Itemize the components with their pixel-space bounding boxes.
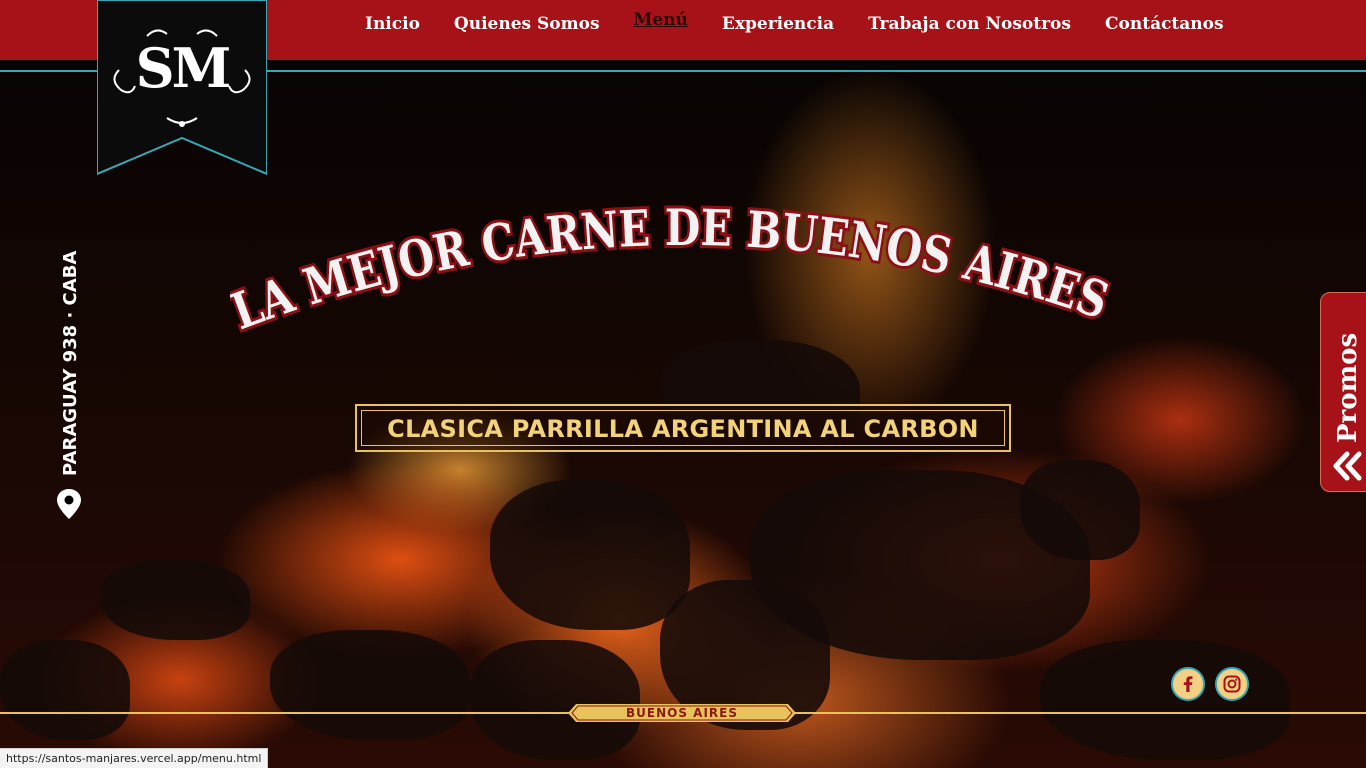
- address-block: PARAGUAY 938 · CABA: [56, 250, 86, 520]
- coal: [270, 630, 470, 740]
- tagline: CLASICA PARRILLA ARGENTINA AL CARBON: [387, 415, 979, 443]
- headline-text: LA MEJOR CARNE DE BUENOS AIRES: [230, 200, 1116, 341]
- coal: [1020, 460, 1140, 560]
- instagram-icon: [1223, 675, 1241, 693]
- nav-item-menu[interactable]: Menú: [617, 10, 705, 34]
- nav-item-trabaja-con-nosotros[interactable]: Trabaja con Nosotros: [851, 14, 1088, 34]
- coal: [490, 480, 690, 630]
- nav-item-contactanos[interactable]: Contáctanos: [1088, 14, 1241, 34]
- coal: [0, 640, 130, 740]
- tagline-frame: CLASICA PARRILLA ARGENTINA AL CARBON: [355, 404, 1011, 452]
- map-pin-icon: [57, 489, 81, 519]
- facebook-icon: [1183, 676, 1193, 692]
- nav-item-quienes-somos[interactable]: Quienes Somos: [437, 14, 617, 34]
- nav-item-inicio[interactable]: Inicio: [348, 14, 437, 34]
- promos-tab[interactable]: Promos: [1320, 292, 1366, 492]
- double-chevron-left-icon: [1333, 451, 1362, 481]
- svg-text:LA MEJOR CARNE DE BUENOS AIRES: LA MEJOR CARNE DE BUENOS AIRES: [230, 200, 1116, 341]
- coal: [1040, 640, 1290, 760]
- badge-text: BUENOS AIRES: [626, 706, 738, 720]
- browser-status-url: https://santos-manjares.vercel.app/menu.…: [0, 748, 269, 768]
- logo: SM: [135, 36, 232, 100]
- location-badge: BUENOS AIRES: [568, 704, 796, 722]
- address-text: PARAGUAY 938 · CABA: [60, 250, 81, 476]
- nav-item-experiencia[interactable]: Experiencia: [705, 14, 851, 34]
- coal: [470, 640, 640, 760]
- facebook-link[interactable]: [1171, 667, 1205, 701]
- promos-label: Promos: [1333, 332, 1363, 443]
- instagram-link[interactable]: [1215, 667, 1249, 701]
- logo-banner[interactable]: SM: [96, 0, 268, 176]
- hero-headline: LA MEJOR CARNE DE BUENOS AIRES LA MEJOR …: [230, 200, 1119, 344]
- coal: [100, 560, 250, 640]
- main-navigation: Inicio Quienes Somos Menú Experiencia Tr…: [348, 10, 1241, 34]
